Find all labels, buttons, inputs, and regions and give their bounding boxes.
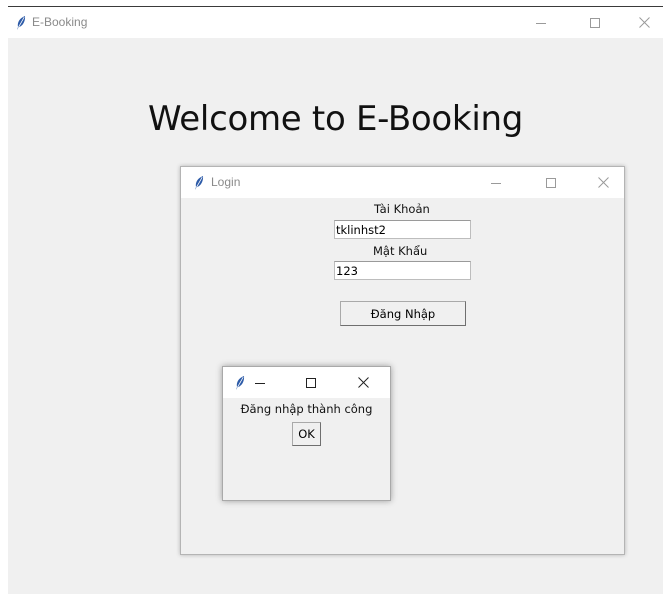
login-maximize-button[interactable] [528,167,574,198]
maximize-icon [306,377,316,388]
close-icon [597,177,609,188]
message-text: Đăng nhập thành công [240,402,373,416]
maximize-button[interactable] [572,7,618,38]
password-label: Mật Khẩu [373,244,428,258]
login-titlebar[interactable]: Login [181,167,624,198]
main-window: E-Booking Welcome to E-Booking Login Tài… [8,6,663,594]
maximize-icon [590,17,600,28]
maximize-icon [546,177,556,188]
welcome-heading: Welcome to E-Booking [147,99,523,139]
message-minimize-button[interactable] [249,367,271,398]
main-titlebar[interactable]: E-Booking [8,7,663,38]
feather-icon [16,15,26,30]
message-box: Đăng nhập thành công OK [222,366,391,501]
login-window-title: Login [211,175,241,189]
login-minimize-button[interactable] [473,167,519,198]
message-box-titlebar[interactable] [223,367,390,398]
message-close-button[interactable] [351,367,375,398]
minimize-icon [491,182,501,184]
close-icon [639,17,650,28]
login-close-button[interactable] [581,167,625,198]
login-button[interactable]: Đăng Nhập [340,301,466,326]
message-maximize-button[interactable] [299,367,323,398]
feather-icon [194,175,204,190]
username-input[interactable]: tklinhst2 [334,220,471,239]
feather-icon [235,375,245,390]
password-input[interactable]: 123 [334,261,471,280]
close-icon [357,377,369,388]
minimize-icon [255,382,265,384]
main-window-title: E-Booking [32,15,88,29]
ok-button[interactable]: OK [292,422,321,446]
close-button[interactable] [626,7,663,38]
minimize-button[interactable] [518,7,564,38]
minimize-icon [536,22,546,24]
login-window: Login Tài Khoản tklinhst2 Mật Khẩu 123 Đ… [180,166,625,555]
username-label: Tài Khoản [374,202,430,216]
